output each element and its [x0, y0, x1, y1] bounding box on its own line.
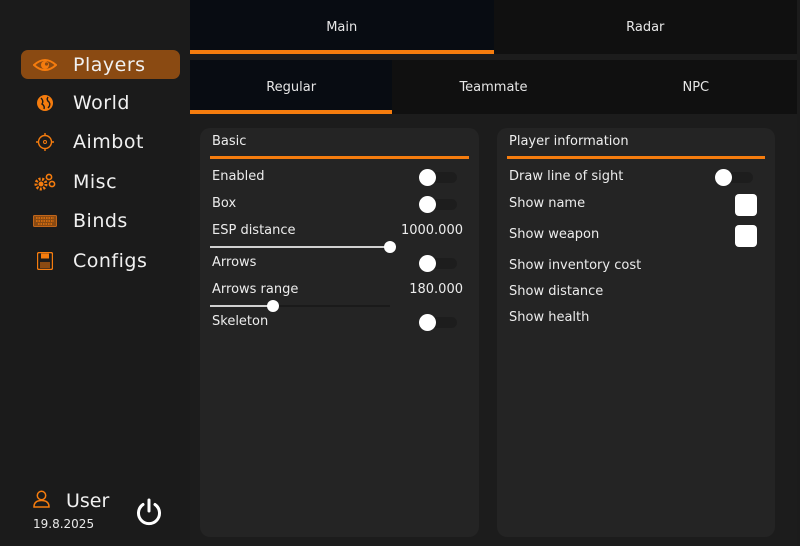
eye-icon	[33, 56, 57, 74]
user-icon	[33, 490, 50, 512]
sidebar-item-label: Configs	[73, 249, 148, 272]
show-inventory-cost-label[interactable]: Show inventory cost	[509, 258, 641, 273]
keyboard-icon	[33, 212, 57, 230]
tab-regular[interactable]: Regular	[190, 60, 393, 114]
slider-thumb[interactable]	[384, 241, 396, 253]
box-label: Box	[212, 196, 237, 211]
panel-title: Player information	[509, 134, 629, 149]
arrows-label: Arrows	[212, 255, 257, 270]
skeleton-toggle[interactable]	[419, 314, 459, 331]
basic-panel: Basic Enabled Box ESP distance 1000.000 …	[200, 128, 479, 537]
line-of-sight-toggle[interactable]	[715, 169, 755, 186]
crosshair-icon	[33, 132, 57, 151]
sub-tabs: Regular Teammate NPC	[190, 60, 797, 114]
tab-npc[interactable]: NPC	[594, 60, 797, 114]
show-health-label[interactable]: Show health	[509, 310, 589, 325]
gears-icon	[33, 173, 57, 191]
esp-distance-label: ESP distance	[212, 223, 296, 238]
esp-distance-slider[interactable]	[210, 241, 396, 253]
show-distance-label[interactable]: Show distance	[509, 284, 603, 299]
sidebar-item-label: World	[73, 91, 130, 114]
sidebar: Players World Aimbot Misc Binds Configs	[0, 0, 190, 546]
sidebar-item-players[interactable]: Players	[21, 50, 180, 79]
player-information-panel: Player information Draw line of sight Sh…	[497, 128, 775, 537]
power-icon	[137, 498, 161, 526]
sidebar-item-configs[interactable]: Configs	[21, 246, 180, 275]
globe-icon	[33, 94, 57, 112]
sidebar-item-binds[interactable]: Binds	[21, 206, 180, 235]
user-name: User	[66, 490, 110, 512]
show-weapon-label: Show weapon	[509, 227, 600, 242]
tab-radar[interactable]: Radar	[493, 0, 797, 54]
sidebar-item-label: Misc	[73, 170, 118, 193]
panel-divider	[210, 156, 469, 159]
arrows-range-value: 180.000	[409, 282, 463, 297]
sidebar-item-misc[interactable]: Misc	[21, 167, 180, 196]
arrows-range-slider[interactable]	[210, 300, 390, 312]
sidebar-item-label: Binds	[73, 209, 128, 232]
show-name-label: Show name	[509, 196, 586, 211]
user-date: 19.8.2025	[33, 517, 95, 531]
show-name-checkbox[interactable]	[735, 194, 757, 216]
line-of-sight-label: Draw line of sight	[509, 169, 624, 184]
sidebar-item-world[interactable]: World	[21, 88, 180, 117]
tab-teammate[interactable]: Teammate	[392, 60, 595, 114]
esp-distance-value: 1000.000	[400, 223, 463, 238]
enabled-label: Enabled	[212, 169, 265, 184]
main-tabs: Main Radar	[190, 0, 797, 54]
slider-thumb[interactable]	[267, 300, 279, 312]
arrows-toggle[interactable]	[419, 255, 459, 272]
box-toggle[interactable]	[419, 196, 459, 213]
floppy-disk-icon	[33, 251, 57, 270]
power-button[interactable]	[134, 497, 164, 527]
show-weapon-checkbox[interactable]	[735, 225, 757, 247]
arrows-range-label: Arrows range	[212, 282, 299, 297]
enabled-toggle[interactable]	[419, 169, 459, 186]
user-info: User	[33, 490, 109, 512]
panel-title: Basic	[212, 134, 247, 149]
panel-divider	[507, 156, 765, 159]
sidebar-item-aimbot[interactable]: Aimbot	[21, 127, 180, 156]
skeleton-label: Skeleton	[212, 314, 269, 329]
tab-main[interactable]: Main	[190, 0, 494, 54]
sidebar-item-label: Aimbot	[73, 130, 144, 153]
sidebar-item-label: Players	[73, 53, 146, 76]
